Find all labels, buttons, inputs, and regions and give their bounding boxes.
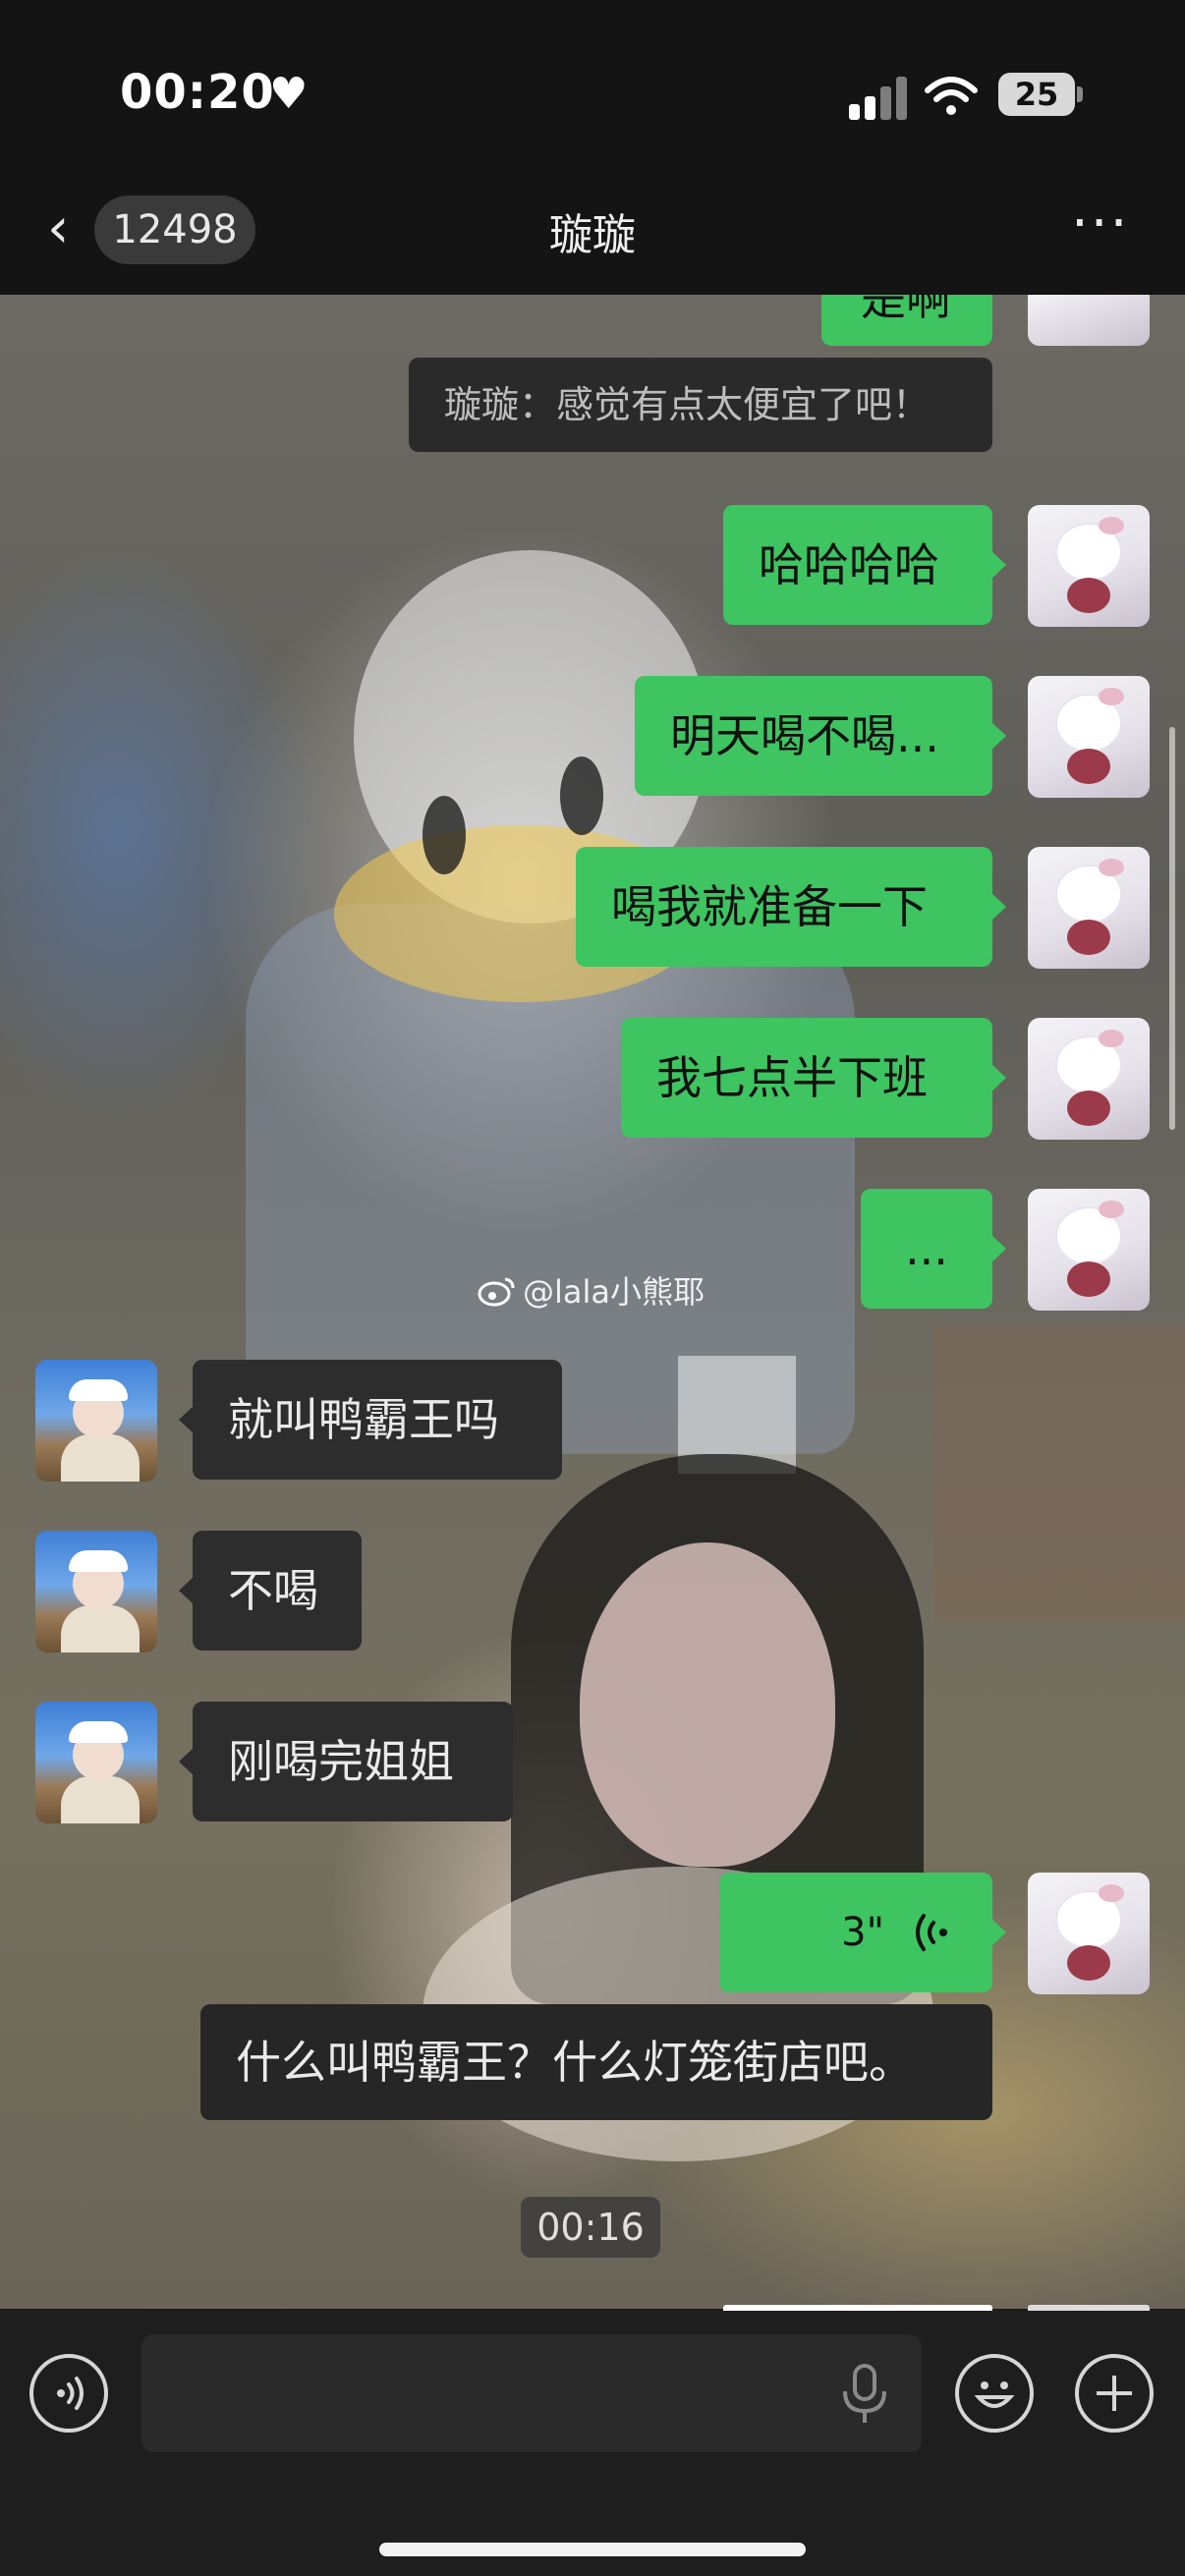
status-bar: 00:20 ♥ 25 xyxy=(0,0,1185,172)
status-time: 00:20 xyxy=(120,65,275,120)
message-text: 是啊 xyxy=(861,295,951,325)
chat-title: 璇璇 xyxy=(549,210,636,260)
my-avatar[interactable] xyxy=(1028,676,1150,798)
weibo-icon xyxy=(478,1277,515,1307)
bg-shape xyxy=(423,796,466,874)
more-dots-icon[interactable]: ··· xyxy=(1071,192,1129,255)
my-avatar[interactable] xyxy=(1028,505,1150,627)
battery-tip xyxy=(1077,86,1083,102)
bg-shape xyxy=(933,1326,1185,1621)
bg-shape xyxy=(580,1542,835,1867)
battery-indicator: 25 xyxy=(998,73,1075,116)
weibo-watermark: @lala小熊耶 xyxy=(478,1267,705,1313)
input-bar xyxy=(0,2311,1185,2576)
message-bubble-sent[interactable]: 喝我就准备一下 xyxy=(576,847,1006,967)
scrollbar[interactable] xyxy=(1169,727,1175,1130)
contact-avatar[interactable] xyxy=(35,1702,157,1823)
heart-icon: ♥ xyxy=(269,69,309,119)
voice-transcript[interactable]: 什么叫鸭霸王？什么灯笼街店吧。 xyxy=(200,2004,992,2120)
voice-wave-icon xyxy=(916,1914,947,1951)
my-avatar[interactable] xyxy=(1028,1018,1150,1140)
my-avatar[interactable] xyxy=(1028,295,1150,346)
plus-icon[interactable] xyxy=(1075,2354,1154,2433)
signal-icon xyxy=(849,77,908,120)
message-bubble-received[interactable]: 就叫鸭霸王吗 xyxy=(179,1360,562,1480)
contact-avatar[interactable] xyxy=(35,1360,157,1482)
bg-shape xyxy=(560,756,603,835)
chat-header: ‹ 12498 璇璇 ··· xyxy=(0,172,1185,295)
emoji-icon[interactable] xyxy=(955,2354,1034,2433)
voice-message-bubble[interactable]: 3" xyxy=(719,1873,1006,1992)
wifi-icon xyxy=(925,77,978,115)
microphone-icon[interactable] xyxy=(835,2362,894,2425)
message-bubble-sent[interactable]: 明天喝不喝... xyxy=(635,676,1006,796)
my-avatar[interactable] xyxy=(1028,1189,1150,1311)
my-avatar[interactable] xyxy=(1028,847,1150,969)
voice-duration: 3" xyxy=(841,1910,884,1955)
message-bubble-sent[interactable]: 我七点半下班 xyxy=(621,1018,1006,1138)
voice-icon[interactable] xyxy=(29,2354,108,2433)
quoted-message[interactable]: 璇璇：感觉有点太便宜了吧！ xyxy=(409,358,992,452)
message-input[interactable] xyxy=(141,2334,922,2452)
message-bubble-partial[interactable]: 是啊 xyxy=(821,295,992,346)
contact-avatar[interactable] xyxy=(35,1531,157,1652)
message-bubble-received[interactable]: 不喝 xyxy=(179,1531,362,1651)
message-bubble-sent[interactable]: 哈哈哈哈 xyxy=(723,505,1006,625)
message-bubble-sent[interactable]: ... xyxy=(861,1189,1006,1309)
home-indicator[interactable] xyxy=(379,2543,806,2556)
message-bubble-received[interactable]: 刚喝完姐姐 xyxy=(179,1702,513,1821)
my-avatar[interactable] xyxy=(1028,1873,1150,1994)
watermark-text: @lala小熊耶 xyxy=(523,1273,705,1311)
video-timestamp: 00:16 xyxy=(521,2197,660,2258)
